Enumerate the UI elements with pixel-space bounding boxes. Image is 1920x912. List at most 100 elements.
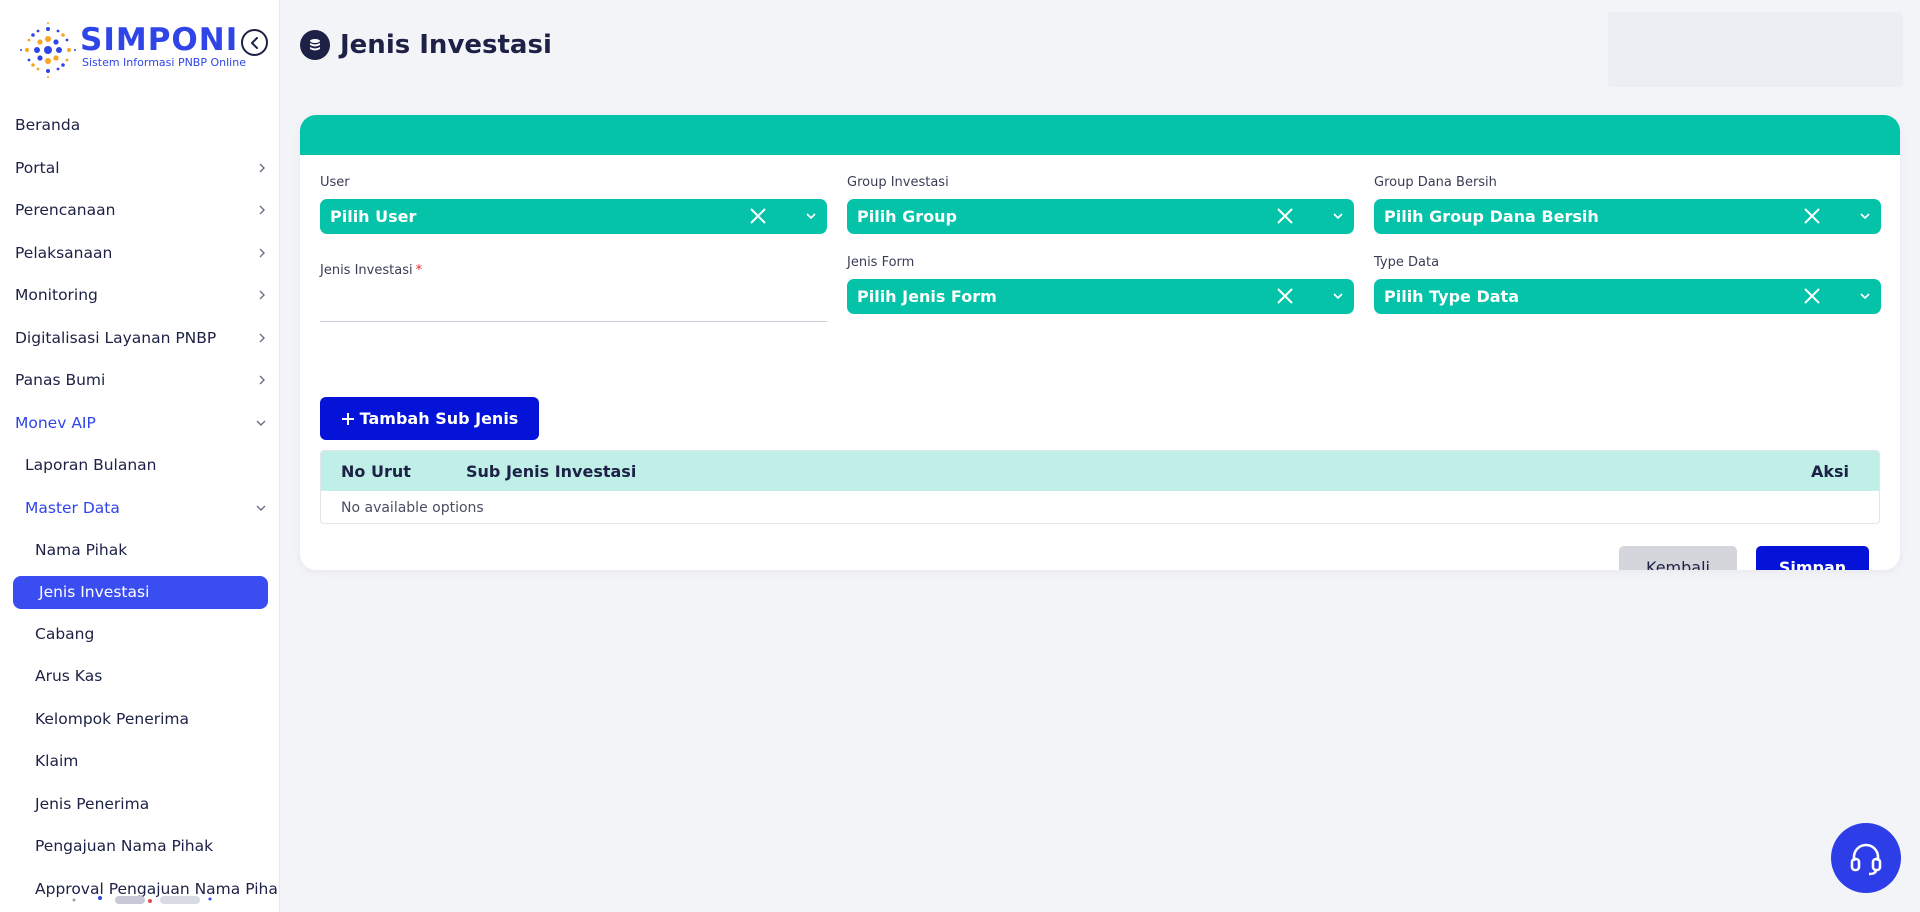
sidebar-item-label: Pelaksanaan (15, 243, 113, 262)
jenis-investasi-input[interactable] (320, 287, 827, 322)
field-user: User Pilih User (320, 175, 827, 234)
field-label: Jenis Form (847, 255, 915, 270)
chevron-right-icon (259, 248, 265, 258)
field-label: Group Dana Bersih (1374, 175, 1497, 190)
chevron-down-icon (256, 420, 266, 426)
sidebar-item-label: Portal (15, 158, 60, 177)
sidebar-item-label: Jenis Investasi (39, 583, 150, 601)
field-label: User (320, 175, 350, 190)
plus-icon (341, 412, 354, 425)
save-button[interactable]: Simpan (1756, 546, 1869, 570)
field-jenis-investasi: Jenis Investasi * (320, 263, 827, 322)
sidebar-item-label: Cabang (35, 624, 95, 643)
sidebar-item-label: Pengajuan Nama Pihak (35, 837, 214, 856)
sidebar-item-label: Jenis Penerima (35, 794, 150, 813)
group-investasi-select[interactable]: Pilih Group (847, 199, 1354, 234)
sidebar-item-monitoring[interactable]: Monitoring (0, 274, 279, 317)
chevron-right-icon (259, 290, 265, 300)
coins-icon (300, 30, 330, 60)
close-icon[interactable] (1803, 287, 1821, 305)
select-value: Pilih Type Data (1384, 287, 1519, 306)
sidebar-item-label: Klaim (35, 752, 79, 771)
card-header-bar (300, 115, 1900, 155)
sidebar-item-kelompok-penerima[interactable]: Kelompok Penerima (0, 698, 279, 741)
sidebar-item-label: Kelompok Penerima (35, 709, 190, 728)
chevron-down-icon (256, 505, 266, 511)
sidebar-item-label: Nama Pihak (35, 541, 128, 560)
sidebar-item-label: Monev AIP (15, 413, 96, 432)
field-type-data: Type Data Pilih Type Data (1374, 255, 1881, 314)
page-title: Jenis Investasi (340, 30, 552, 60)
sidebar-item-klaim[interactable]: Klaim (0, 740, 279, 783)
sidebar-item-perencanaan[interactable]: Perencanaan (0, 189, 279, 232)
group-dana-bersih-select[interactable]: Pilih Group Dana Bersih (1374, 199, 1881, 234)
brand-title: SIMPONI (80, 22, 239, 58)
sidebar-item-laporan-bulanan[interactable]: Laporan Bulanan (0, 444, 279, 487)
back-button[interactable]: Kembali (1619, 546, 1737, 570)
main-content: Jenis Investasi User Pilih User Group In… (280, 0, 1920, 912)
chevron-left-icon (250, 36, 258, 49)
select-value: Pilih Jenis Form (857, 287, 997, 306)
sidebar-item-label: Panas Bumi (15, 371, 106, 390)
button-label: Tambah Sub Jenis (359, 409, 519, 428)
brand-subtitle: Sistem Informasi PNBP Online (82, 56, 246, 69)
close-icon[interactable] (1276, 207, 1294, 225)
close-icon[interactable] (749, 207, 767, 225)
select-value: Pilih User (330, 207, 417, 226)
sidebar-item-panas-bumi[interactable]: Panas Bumi (0, 359, 279, 402)
sidebar-item-jenis-investasi[interactable]: Jenis Investasi (13, 575, 268, 609)
add-sub-jenis-button[interactable]: Tambah Sub Jenis (320, 397, 539, 440)
sidebar-item-master-data[interactable]: Master Data (0, 487, 279, 530)
column-header-sub-jenis: Sub Jenis Investasi (466, 461, 637, 481)
select-value: Pilih Group Dana Bersih (1384, 207, 1599, 226)
empty-text: No available options (341, 500, 484, 516)
sidebar-item-monev-aip[interactable]: Monev AIP (0, 402, 279, 445)
sidebar-item-pengajuan-nama-pihak[interactable]: Pengajuan Nama Pihak (0, 825, 279, 868)
brand-logo[interactable]: SIMPONI Sistem Informasi PNBP Online (18, 18, 268, 78)
sub-jenis-table: No Urut Sub Jenis Investasi Aksi No avai… (320, 450, 1880, 524)
field-label: Group Investasi (847, 175, 949, 190)
sidebar-item-label: Beranda (15, 116, 81, 135)
sidebar-item-jenis-penerima[interactable]: Jenis Penerima (0, 783, 279, 826)
field-group-dana-bersih: Group Dana Bersih Pilih Group Dana Bersi… (1374, 175, 1881, 234)
user-select[interactable]: Pilih User (320, 199, 827, 234)
required-mark: * (415, 263, 423, 278)
select-value: Pilih Group (857, 207, 957, 226)
close-icon[interactable] (1803, 207, 1821, 225)
chevron-down-icon[interactable] (805, 211, 817, 221)
app-root: SIMPONI Sistem Informasi PNBP Online Ber… (0, 0, 1920, 912)
sidebar-item-label: Monitoring (15, 286, 98, 305)
field-label-text: Jenis Investasi (320, 263, 413, 278)
sidebar: SIMPONI Sistem Informasi PNBP Online Ber… (0, 0, 280, 912)
chevron-right-icon (259, 375, 265, 385)
sidebar-item-digitalisasi-layanan-pnbp[interactable]: Digitalisasi Layanan PNBP (0, 317, 279, 360)
help-chat-button[interactable] (1831, 823, 1901, 893)
field-group-investasi: Group Investasi Pilih Group (847, 175, 1354, 234)
sidebar-item-label: Digitalisasi Layanan PNBP (15, 328, 217, 347)
column-header-aksi: Aksi (1810, 461, 1849, 481)
sidebar-item-label: Arus Kas (35, 667, 103, 686)
field-label: Jenis Investasi * (320, 263, 827, 283)
sidebar-item-beranda[interactable]: Beranda (0, 104, 279, 147)
decorative-footer-art (72, 896, 212, 904)
jenis-form-select[interactable]: Pilih Jenis Form (847, 279, 1354, 314)
close-icon[interactable] (1276, 287, 1294, 305)
sidebar-item-nama-pihak[interactable]: Nama Pihak (0, 529, 279, 572)
sidebar-collapse-button[interactable] (241, 29, 268, 56)
chevron-down-icon[interactable] (1332, 211, 1344, 221)
type-data-select[interactable]: Pilih Type Data (1374, 279, 1881, 314)
sidebar-nav: Beranda Portal Perencanaan Pelaksanaan M… (0, 104, 279, 910)
table-empty-row: No available options (321, 491, 1879, 523)
chevron-down-icon[interactable] (1859, 211, 1871, 221)
sidebar-item-portal[interactable]: Portal (0, 147, 279, 190)
chevron-down-icon[interactable] (1332, 291, 1344, 301)
sidebar-item-pelaksanaan[interactable]: Pelaksanaan (0, 232, 279, 275)
header-profile-placeholder (1608, 12, 1903, 87)
sidebar-item-cabang[interactable]: Cabang (0, 613, 279, 656)
sidebar-item-arus-kas[interactable]: Arus Kas (0, 655, 279, 698)
chevron-right-icon (259, 163, 265, 173)
sidebar-item-label: Perencanaan (15, 201, 116, 220)
column-header-no-urut: No Urut (341, 461, 411, 481)
form-card: User Pilih User Group Investasi Pilih Gr… (300, 115, 1900, 570)
chevron-down-icon[interactable] (1859, 291, 1871, 301)
